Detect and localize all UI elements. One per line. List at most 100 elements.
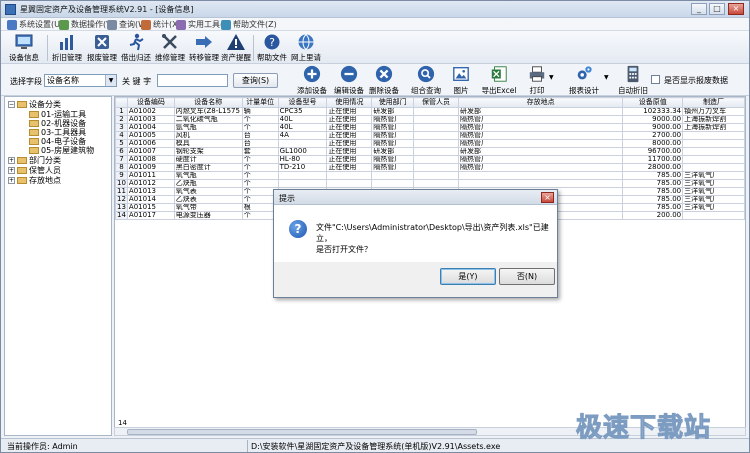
add-device-button[interactable]: 添加设备 [292, 65, 332, 95]
table-row[interactable]: 5 A01006 模具台正在使用 隔热管厂 隔热管厂 8000.00 [115, 139, 745, 148]
action-label: 报表设计 [569, 86, 599, 95]
toolbar-reminder[interactable]: 资产提醒 [219, 33, 253, 63]
table-row[interactable]: 2 A01003 二氧化碳气瓶个 40L 正在使用 隔热管厂 隔热管厂 9000.00 上海振新… [115, 115, 745, 124]
table-cell: 个 [241, 163, 279, 172]
picture-button[interactable]: 图片 [446, 65, 476, 95]
dialog-message: 文件"C:\Users\Administrator\Desktop\导出\资产列… [316, 222, 557, 255]
combined-query-button[interactable]: 组合查询 [406, 65, 446, 95]
scrollbar-thumb[interactable] [127, 429, 477, 435]
table-cell: 隔热管厂 [371, 163, 415, 172]
collapse-icon[interactable]: − [8, 101, 15, 108]
edit-device-button[interactable]: 编辑设备 [329, 65, 369, 95]
tree-label: 设备分类 [29, 100, 61, 109]
table-row[interactable]: 8 A01009 黑白密度计个 TD-210 正在使用 隔热管厂 隔热管厂 28000.00 [115, 163, 745, 172]
table-cell: 隔热管厂 [371, 123, 415, 132]
folder-icon [29, 120, 39, 127]
table-cell: A01006 [126, 139, 175, 148]
close-button[interactable]: × [728, 3, 744, 15]
column-header[interactable]: 存放地点 [457, 97, 624, 108]
action-label: 组合查询 [411, 86, 441, 95]
column-header[interactable]: 设备编码 [126, 97, 175, 108]
expand-icon[interactable]: + [8, 167, 15, 174]
dialog-close-button[interactable]: × [541, 192, 554, 203]
expand-icon[interactable]: + [8, 177, 15, 184]
print-dropdown-icon[interactable]: ▼ [549, 74, 554, 81]
field-select-label: 选择字段 [10, 77, 42, 86]
no-button[interactable]: 否(N) [499, 268, 555, 285]
keyword-input[interactable] [157, 74, 228, 87]
table-row[interactable]: 3 A01004 氩气瓶个 40L 正在使用 隔热管厂 隔热管厂 9000.00 上海振新焊割 [115, 123, 745, 132]
tree-node-location[interactable]: + 存放地点 [8, 175, 61, 186]
expand-icon[interactable]: + [8, 157, 15, 164]
menu-system[interactable]: 系统设置(U) [7, 19, 63, 30]
column-header[interactable]: 保管人员 [413, 97, 459, 108]
tools-menu-icon [176, 19, 186, 30]
table-cell: TD-210 [277, 163, 328, 172]
system-icon [7, 19, 17, 30]
auto-depreciation-button[interactable]: 自动折旧 [615, 65, 651, 95]
delete-device-button[interactable]: 删除设备 [364, 65, 404, 95]
minimize-button[interactable]: _ [691, 3, 707, 15]
yes-button[interactable]: 是(Y) [440, 268, 496, 285]
table-cell: 镇州万力叉车 [682, 107, 745, 116]
toolbar-help[interactable]: ? 帮助文件 [255, 33, 289, 63]
table-cell: 7 [115, 155, 128, 164]
column-header[interactable]: 制造厂 [682, 97, 745, 108]
picture-icon [450, 65, 472, 85]
table-cell [326, 179, 373, 188]
category-tree: − 设备分类 01-运输工具 02-机器设备 03-工具器具 04-电子设备 05… [4, 96, 112, 436]
column-header[interactable]: 设备名称 [173, 97, 243, 108]
table-cell [277, 179, 328, 188]
column-header[interactable]: 使用情况 [326, 97, 373, 108]
toolbar-lend[interactable]: 借出归还 [119, 33, 153, 63]
table-cell: 三洋氧气厂 [682, 187, 745, 196]
table-cell: HL-80 [277, 155, 328, 164]
table-cell: 8000.00 [622, 139, 684, 148]
toolbar-depreciation[interactable]: 折旧管理 [50, 33, 84, 63]
svg-text:?: ? [269, 36, 275, 49]
column-header[interactable]: 计量单位 [241, 97, 279, 108]
column-header[interactable]: 使用部门 [371, 97, 415, 108]
column-header[interactable]: 设备原值 [622, 97, 684, 108]
table-cell [413, 139, 459, 148]
gears-icon [573, 65, 595, 85]
table-cell: A01007 [126, 147, 175, 156]
table-row[interactable]: 6 A01007 钢轮支架套 GL1000 正在使用 研发部 研发部 96700.00 [115, 147, 745, 156]
toolbar-transfer[interactable]: 转移管理 [187, 33, 221, 63]
folder-icon [29, 147, 39, 154]
table-cell [682, 131, 745, 140]
keyword-label: 关 键 字 [122, 77, 152, 86]
table-cell: GL1000 [277, 147, 328, 156]
toolbar-scrap[interactable]: 报废管理 [85, 33, 119, 63]
toolbar-online[interactable]: 网上里请 [289, 33, 323, 63]
column-header[interactable] [115, 97, 128, 108]
toolbar-repair[interactable]: 维修管理 [153, 33, 187, 63]
query-button[interactable]: 查询(S) [233, 73, 278, 88]
table-row[interactable]: 1 A01002 内燃叉车(Z8-L1575 辆 CPC35 正在使用 研发部 研发部 1023… [115, 107, 745, 116]
toolbar-device-info[interactable]: 设备信息 [5, 33, 43, 63]
table-cell: A01015 [126, 203, 175, 212]
show-scrap-checkbox[interactable] [651, 75, 660, 84]
table-cell [326, 171, 373, 180]
app-icon [5, 4, 16, 15]
maximize-button[interactable]: □ [709, 3, 725, 15]
report-design-button[interactable]: 报表设计 [564, 65, 604, 95]
show-scrap-label: 是否显示报废数据 [664, 76, 728, 85]
table-row[interactable]: 10 A01012 乙炔瓶个 785.00 三洋氧气厂 [115, 179, 745, 188]
menu-stats[interactable]: 统计(X) [141, 19, 181, 30]
tree-label: 保管人员 [29, 166, 61, 175]
table-row[interactable]: 9 A01011 氧气瓶个 785.00 三洋氧气厂 [115, 171, 745, 180]
table-row[interactable]: 4 A01005 风机台 4A 正在使用 隔热管厂 隔热管厂 2700.00 [115, 131, 745, 140]
table-row[interactable]: 7 A01008 硬度计个 HL-80 正在使用 隔热管厂 隔热管厂 11700.00 [115, 155, 745, 164]
table-cell: 辆 [241, 107, 279, 116]
column-header[interactable]: 设备型号 [277, 97, 328, 108]
menu-help[interactable]: 帮助文件(Z) [221, 19, 277, 30]
table-cell: 个 [241, 115, 279, 124]
report-dropdown-icon[interactable]: ▼ [604, 74, 609, 81]
table-cell: 上海振新焊割 [682, 123, 745, 132]
export-excel-button[interactable]: 导出Excel [481, 65, 517, 95]
question-icon: ? [289, 220, 307, 238]
action-label: 自动折旧 [618, 86, 648, 95]
tree-label: 05-房屋建筑物 [41, 146, 95, 155]
field-select[interactable]: 设备名称 ▼ [44, 74, 117, 87]
